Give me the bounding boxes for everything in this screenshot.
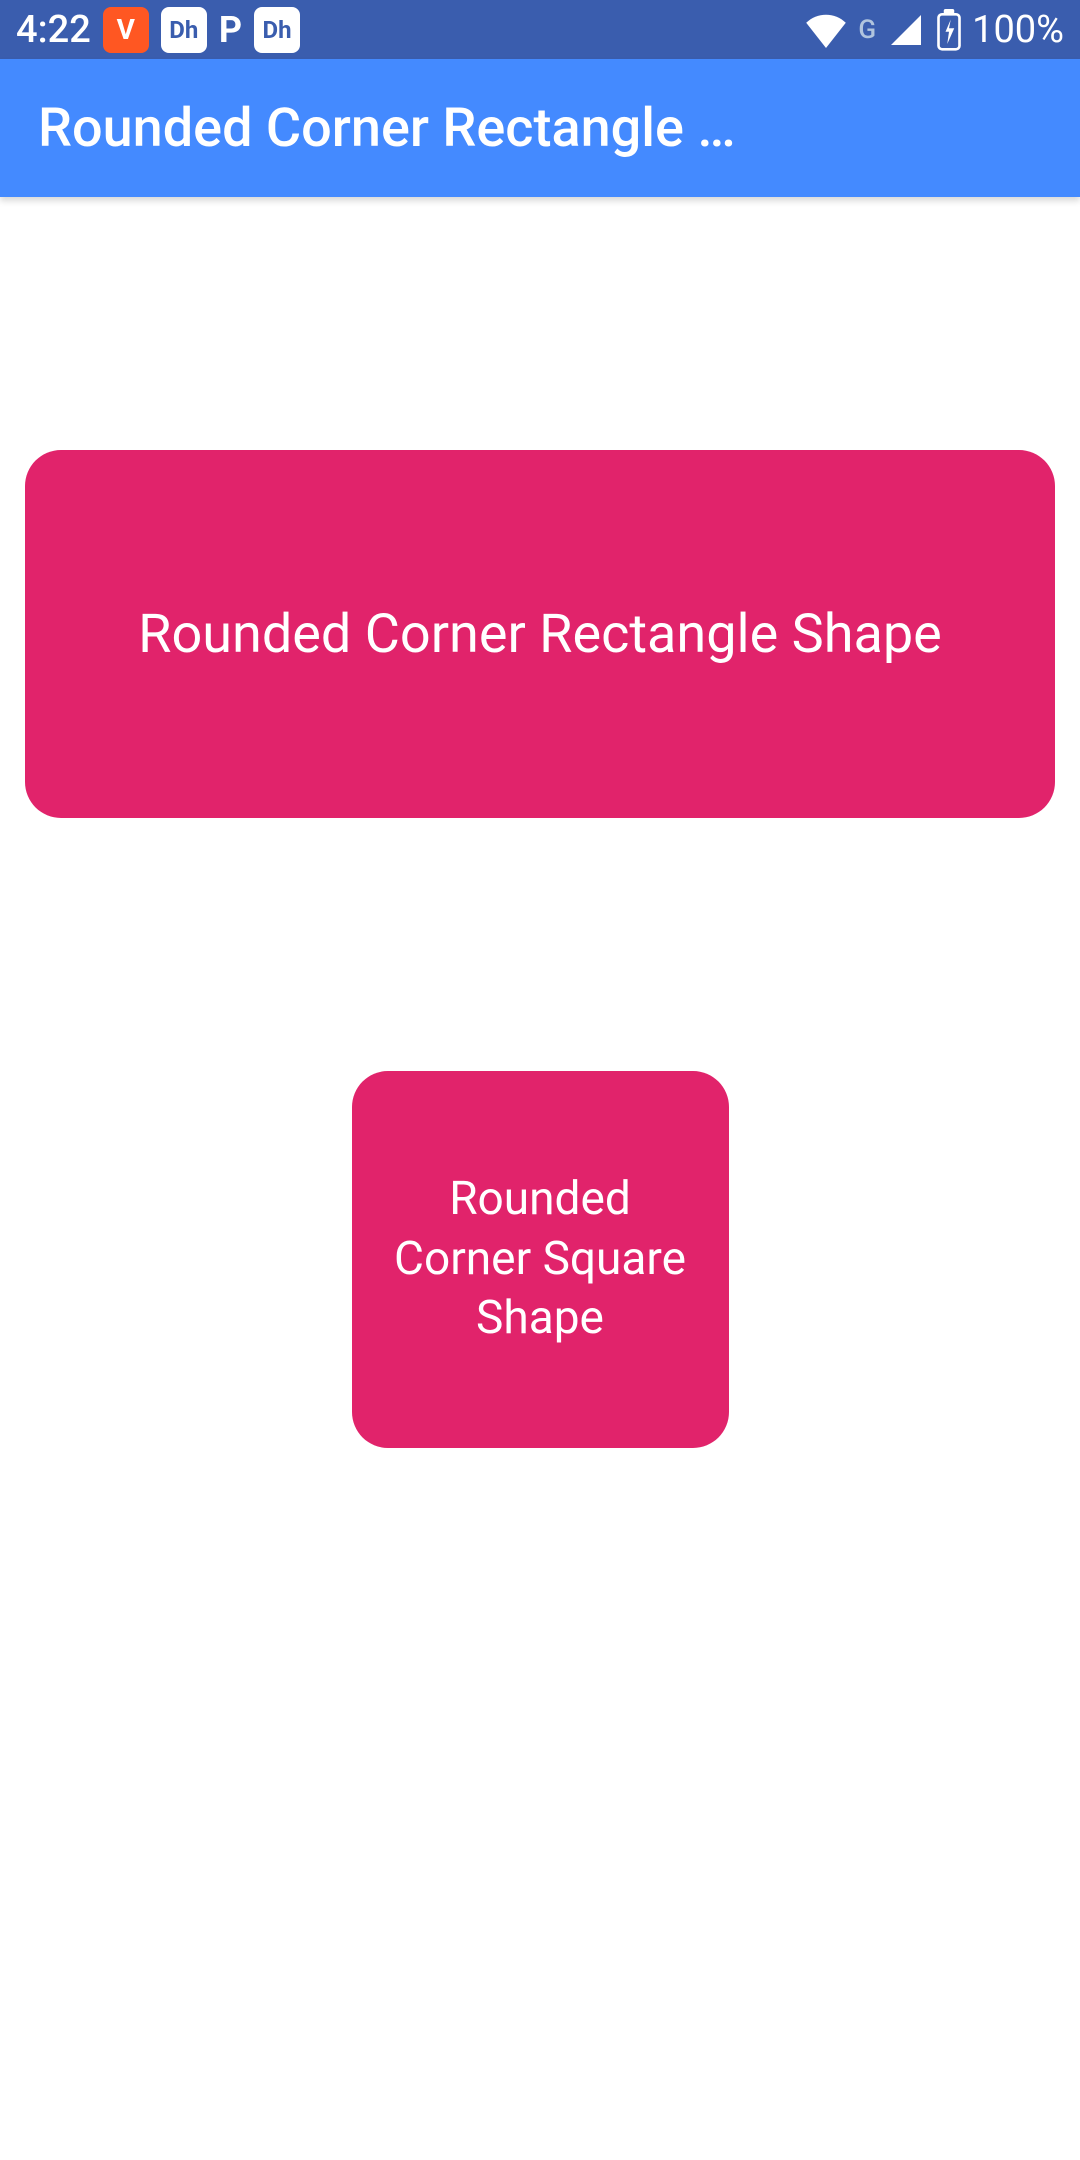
app-notification-icon-v: V	[103, 7, 149, 53]
status-time: 4:22	[16, 8, 91, 52]
battery-charging-icon	[936, 9, 962, 51]
app-notification-icon-dh2: Dh	[254, 7, 300, 53]
rounded-rectangle-shape: Rounded Corner Rectangle Shape	[25, 450, 1055, 818]
status-bar-left: 4:22 V Dh P Dh	[16, 7, 300, 53]
app-bar: Rounded Corner Rectangle …	[0, 59, 1080, 197]
app-bar-title: Rounded Corner Rectangle …	[38, 97, 736, 160]
status-bar-right: G 100%	[804, 8, 1064, 52]
network-type-label: G	[858, 15, 876, 45]
battery-percentage: 100%	[972, 8, 1064, 52]
content-area: Rounded Corner Rectangle Shape Rounded C…	[0, 197, 1080, 1448]
wifi-icon	[804, 12, 848, 48]
rounded-square-shape: Rounded Corner Square Shape	[352, 1071, 729, 1448]
app-notification-icon-dh1: Dh	[161, 7, 207, 53]
square-label: Rounded Corner Square Shape	[376, 1170, 705, 1349]
status-bar: 4:22 V Dh P Dh G 100%	[0, 0, 1080, 59]
app-notification-icon-p: P	[219, 9, 242, 51]
rectangle-label: Rounded Corner Rectangle Shape	[138, 603, 942, 666]
cellular-signal-icon	[886, 12, 926, 48]
